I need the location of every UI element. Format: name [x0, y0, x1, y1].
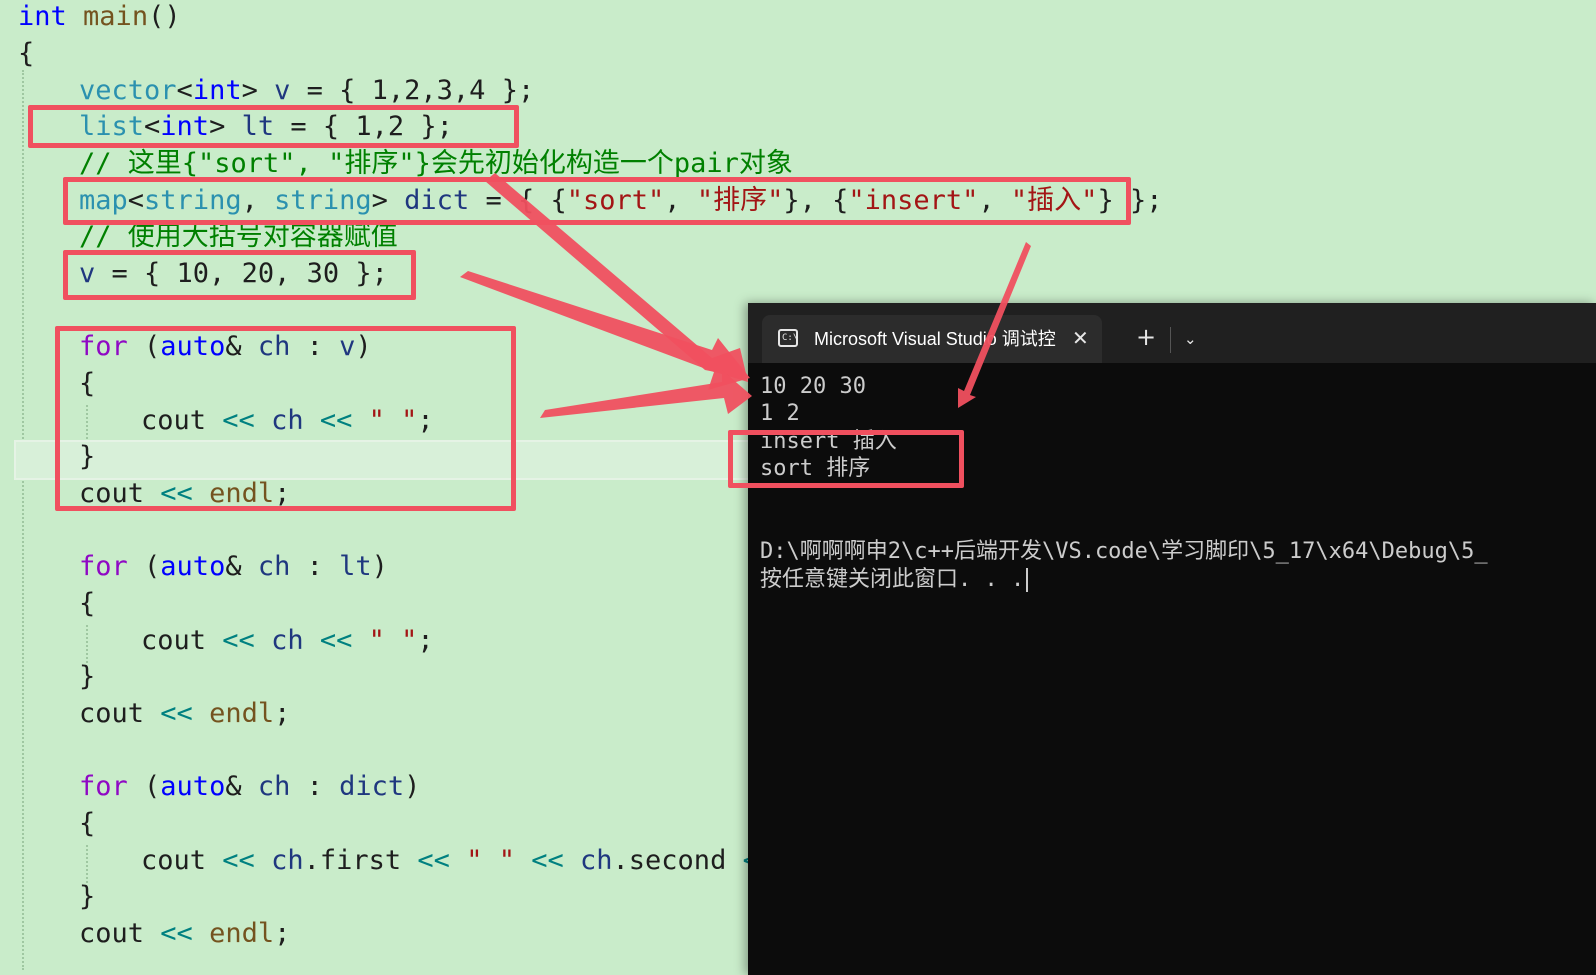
code-line: vector<int> v = { 1,2,3,4 };: [79, 75, 535, 106]
terminal-tab-bar: C:\ Microsoft Visual Studio 调试控 ✕ + ⌄: [748, 303, 1596, 363]
new-tab-button[interactable]: +: [1136, 317, 1156, 357]
terminal-output-line: 10 20 30: [760, 374, 866, 399]
code-line: }: [79, 881, 96, 912]
code-line: cout << ch.first << " " << ch.second <<: [141, 845, 775, 876]
code-line: }: [79, 661, 96, 692]
code-line: {: [18, 38, 35, 69]
terminal-tab[interactable]: C:\ Microsoft Visual Studio 调试控 ✕: [762, 315, 1102, 363]
code-line: {: [79, 588, 96, 619]
text-cursor: [1026, 568, 1029, 592]
divider: [1170, 327, 1171, 353]
chevron-down-icon[interactable]: ⌄: [1184, 321, 1197, 357]
code-line: for (auto& ch : dict): [79, 771, 421, 802]
indent-guide: [22, 70, 24, 970]
annotation-box: [28, 105, 519, 148]
code-line: cout << endl;: [79, 698, 291, 729]
terminal-path-line: D:\啊啊啊申2\c++后端开发\VS.code\学习脚印\5_17\x64\D…: [760, 539, 1488, 564]
annotation-box: [728, 430, 964, 488]
code-line: cout << endl;: [79, 918, 291, 949]
terminal-prompt-line: 按任意键关闭此窗口. . .: [760, 566, 1029, 594]
code-line: {: [79, 808, 96, 839]
code-line: for (auto& ch : lt): [79, 551, 388, 582]
console-icon: C:\: [778, 329, 798, 347]
code-line: cout << ch << " ";: [141, 625, 434, 656]
tab-title: Microsoft Visual Studio 调试控: [814, 329, 1056, 349]
terminal-output-line: 1 2: [760, 401, 800, 426]
annotation-box: [63, 177, 1131, 225]
annotation-box: [63, 250, 416, 300]
annotation-box: [55, 326, 516, 511]
close-icon[interactable]: ✕: [1072, 315, 1089, 363]
terminal-window[interactable]: C:\ Microsoft Visual Studio 调试控 ✕ + ⌄ 10…: [728, 303, 1596, 975]
code-line: int main(): [18, 1, 181, 32]
